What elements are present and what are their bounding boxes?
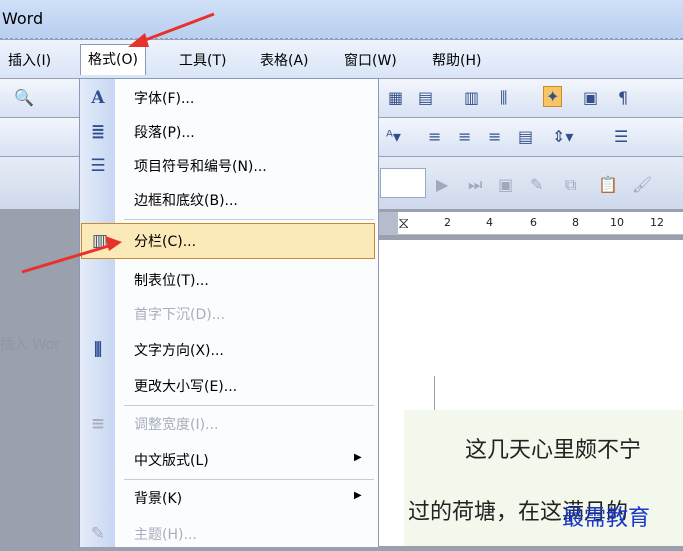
arrow-to-columns-item [21,236,122,274]
arrow-to-format-menu [128,12,215,47]
annotation-arrows [21,12,215,274]
